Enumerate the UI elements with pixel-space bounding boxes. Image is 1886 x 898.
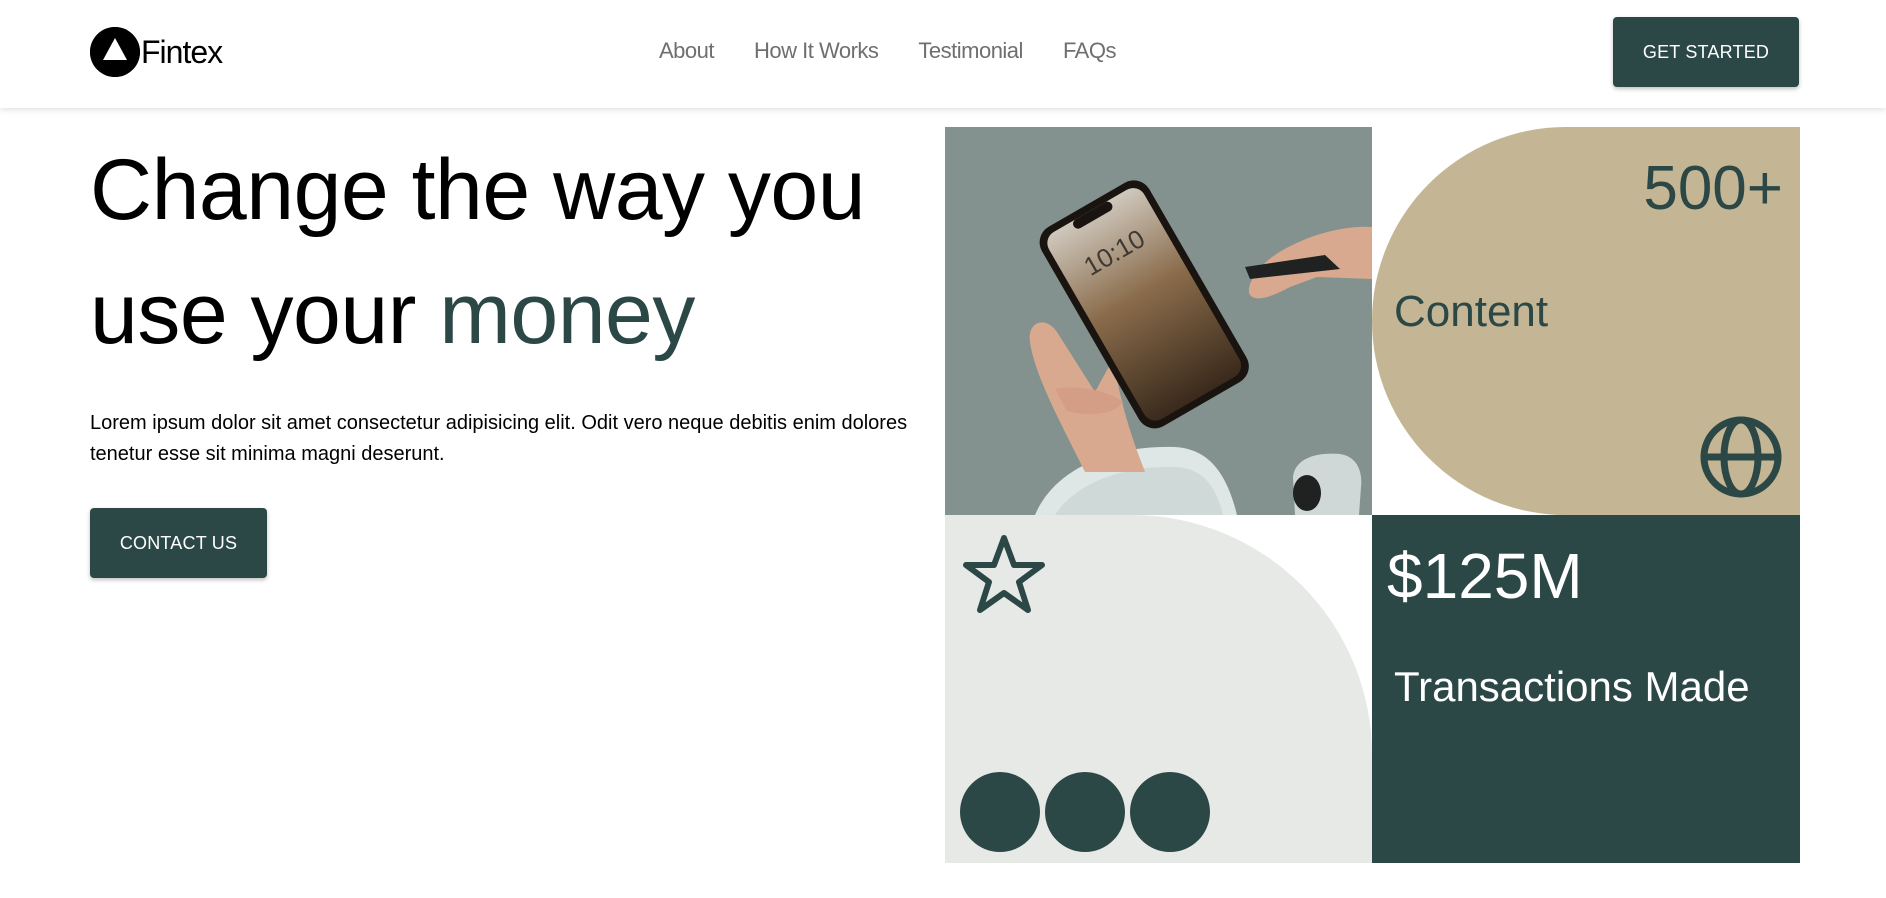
- star-icon: [962, 533, 1046, 620]
- stats-grid: 10:10 500+ Content $125M Transactions Ma…: [945, 127, 1800, 863]
- nav-link-about[interactable]: About: [659, 38, 715, 64]
- decorative-dot: [1130, 772, 1210, 852]
- brand-logo[interactable]: Fintex: [90, 27, 223, 77]
- nav-link-testimonial[interactable]: Testimonial: [918, 38, 1023, 64]
- globe-icon: [1699, 415, 1783, 504]
- decorative-dots: [960, 772, 1210, 852]
- hero-title-line2: use your: [90, 266, 440, 362]
- transactions-stat-label: Transactions Made: [1394, 663, 1750, 710]
- decorative-dot: [960, 772, 1040, 852]
- hero-title-accent: money: [439, 266, 695, 362]
- nav-link-how-it-works[interactable]: How It Works: [754, 38, 879, 64]
- transactions-stat-value: $125M: [1387, 540, 1583, 612]
- get-started-button[interactable]: GET STARTED: [1613, 17, 1799, 87]
- triangle-logo-icon: [90, 27, 140, 77]
- main-nav: About How It Works Testimonial FAQs: [659, 38, 1116, 64]
- phone-photo: 10:10: [945, 127, 1372, 515]
- hero-title: Change the way you use your money: [90, 128, 866, 376]
- transactions-stat-card: $125M Transactions Made: [1372, 515, 1800, 863]
- content-stat-label: Content: [1394, 287, 1549, 336]
- rating-card: [945, 515, 1372, 863]
- hero-description: Lorem ipsum dolor sit amet consectetur a…: [90, 412, 908, 465]
- contact-us-button[interactable]: CONTACT US: [90, 508, 267, 578]
- hero-title-line1: Change the way you: [90, 142, 866, 238]
- hand-holding-phone-illustration: 10:10: [1029, 180, 1372, 515]
- site-header: Fintex About How It Works Testimonial FA…: [0, 0, 1886, 108]
- nav-link-faqs[interactable]: FAQs: [1063, 38, 1117, 64]
- brand-name: Fintex: [141, 33, 223, 70]
- content-stat-value: 500+: [1643, 154, 1783, 223]
- decorative-dot: [1045, 772, 1125, 852]
- content-stat-card: 500+ Content: [1372, 127, 1800, 515]
